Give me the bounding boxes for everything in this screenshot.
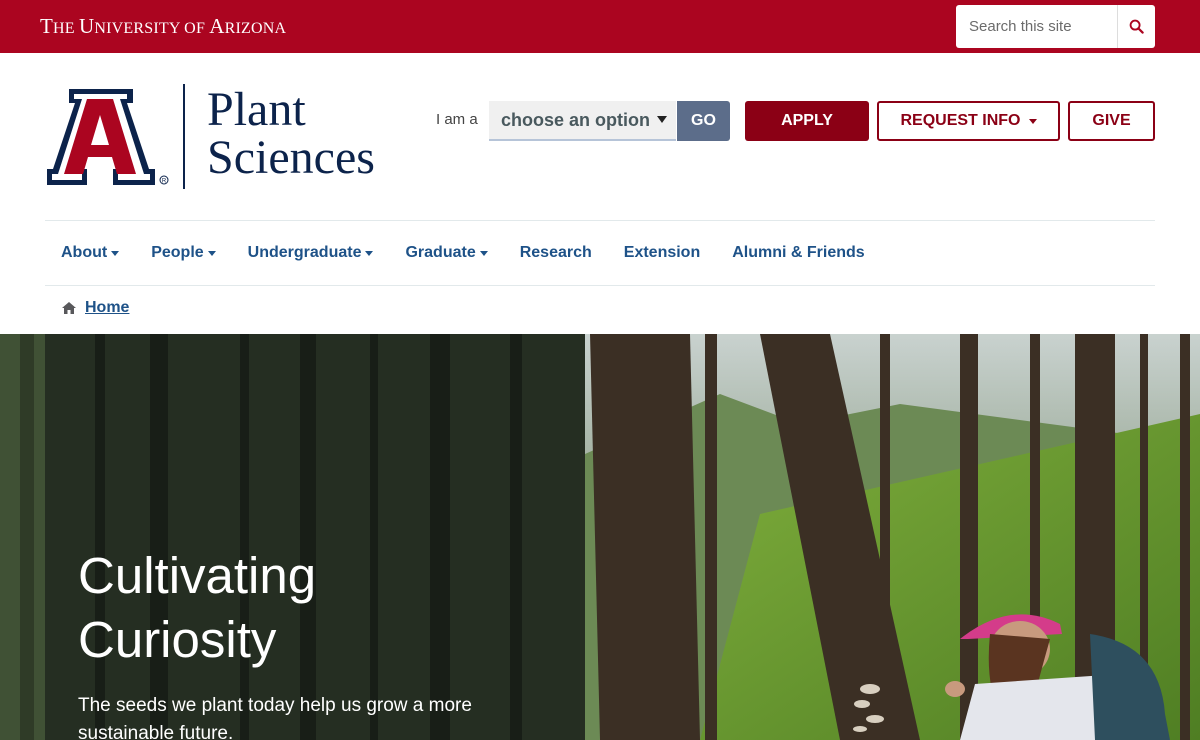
- nav-item-graduate[interactable]: Graduate: [389, 244, 503, 262]
- nav-item-alumni-friends[interactable]: Alumni & Friends: [716, 244, 880, 262]
- site-name-line: Plant: [207, 83, 306, 136]
- go-button[interactable]: GO: [677, 101, 730, 141]
- audience-label: I am a: [436, 111, 478, 128]
- nav-item-people[interactable]: People: [135, 244, 231, 262]
- breadcrumb: Home: [62, 299, 129, 317]
- wordmark-text: RIZONA: [224, 20, 287, 37]
- hero-banner: Cultivating Curiosity The seeds we plant…: [0, 334, 1200, 740]
- hero-title-line: Curiosity: [78, 611, 277, 668]
- wordmark-text: U: [78, 14, 95, 38]
- audience-select-value: choose an option: [501, 109, 651, 130]
- give-button[interactable]: GIVE: [1068, 101, 1155, 141]
- caret-down-icon: [207, 251, 216, 256]
- audience-select[interactable]: choose an option: [489, 101, 676, 141]
- search-input[interactable]: [956, 5, 1118, 48]
- wordmark-text: T: [40, 14, 54, 38]
- nav-item-label: Research: [519, 244, 592, 261]
- nav-item-label: People: [151, 244, 204, 261]
- caret-down-icon: [479, 251, 488, 256]
- logo-divider: [183, 84, 185, 189]
- nav-item-label: Graduate: [405, 244, 476, 261]
- nav-item-label: Undergraduate: [247, 244, 362, 261]
- wordmark-text: NIVERSITY OF: [94, 20, 210, 37]
- nav-item-research[interactable]: Research: [504, 244, 608, 262]
- search-button[interactable]: [1118, 5, 1155, 48]
- block-a-logo[interactable]: R: [47, 87, 169, 188]
- request-info-button[interactable]: REQUEST INFO: [877, 101, 1060, 141]
- site-search: [956, 5, 1155, 48]
- nav-item-about[interactable]: About: [45, 244, 135, 262]
- caret-down-icon: [111, 251, 120, 256]
- caret-down-icon: [1028, 118, 1037, 124]
- site-name-line: Sciences: [207, 131, 375, 184]
- chevron-down-icon: [657, 116, 667, 123]
- nav-item-label: About: [61, 244, 108, 261]
- site-name-link[interactable]: Plant Sciences: [207, 86, 375, 182]
- university-wordmark-link[interactable]: THE UNIVERSITY OF ARIZONA: [40, 14, 286, 39]
- hero-subtitle: The seeds we plant today help us grow a …: [78, 695, 472, 740]
- home-icon: [62, 302, 76, 314]
- university-top-bar: THE UNIVERSITY OF ARIZONA: [0, 0, 1200, 53]
- main-nav: About People Undergraduate Graduate Rese…: [45, 221, 881, 285]
- hero-title-line: Cultivating: [78, 547, 317, 604]
- nav-item-undergraduate[interactable]: Undergraduate: [232, 244, 390, 262]
- request-info-label: REQUEST INFO: [900, 112, 1021, 129]
- caret-down-icon: [365, 251, 374, 256]
- apply-button[interactable]: APPLY: [745, 101, 869, 141]
- wordmark-text: HE: [53, 20, 79, 37]
- nav-item-extension[interactable]: Extension: [608, 244, 716, 262]
- hero-text-overlay: [45, 334, 585, 740]
- breadcrumb-home-link[interactable]: Home: [85, 299, 129, 317]
- nav-item-label: Alumni & Friends: [732, 244, 865, 261]
- divider: [45, 285, 1155, 286]
- svg-text:R: R: [162, 179, 167, 185]
- wordmark-text: A: [209, 14, 225, 38]
- nav-item-label: Extension: [623, 244, 701, 261]
- search-icon: [1129, 19, 1144, 34]
- hero-title: Cultivating Curiosity: [78, 544, 316, 672]
